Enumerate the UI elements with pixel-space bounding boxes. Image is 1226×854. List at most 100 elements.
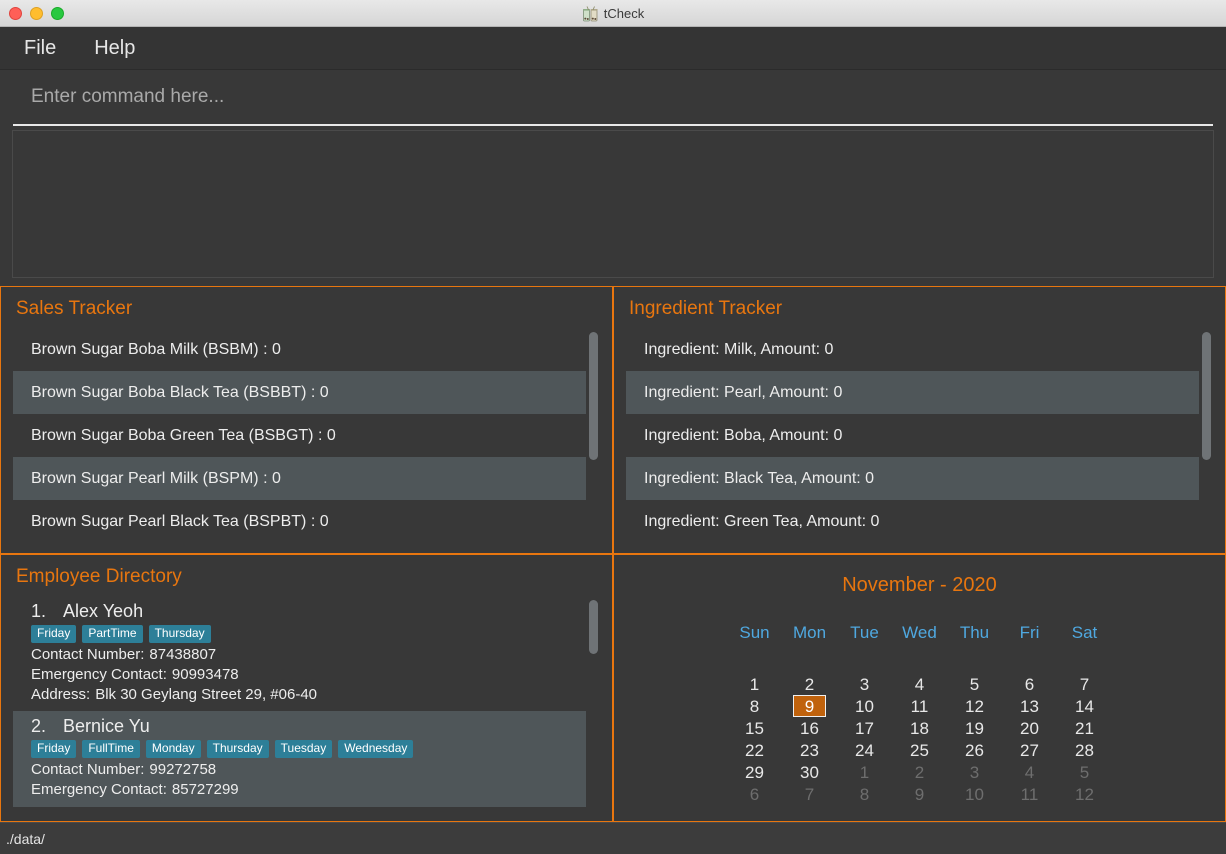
calendar-day[interactable]: 26: [958, 739, 991, 761]
ingredient-tracker-scrollbar[interactable]: [1200, 328, 1213, 553]
calendar-day-adjacent[interactable]: 9: [903, 783, 936, 805]
list-item[interactable]: Ingredient: Boba, Amount: 0: [626, 414, 1199, 457]
calendar-day[interactable]: 22: [738, 739, 771, 761]
tag: Wednesday: [338, 740, 414, 759]
calendar-day[interactable]: 23: [793, 739, 826, 761]
ingredient-tracker-panel: Ingredient Tracker Ingredient: Milk, Amo…: [613, 286, 1226, 554]
menu-file[interactable]: File: [20, 35, 60, 61]
list-item[interactable]: Ingredient: Black Tea, Amount: 0: [626, 457, 1199, 500]
list-item[interactable]: Brown Sugar Pearl Black Tea (BSPBT) : 0: [13, 500, 586, 543]
calendar-day[interactable]: 18: [903, 717, 936, 739]
employee-emergency-row: Emergency Contact: 85727299: [31, 780, 586, 800]
calendar-dow-fri: Fri: [1019, 623, 1040, 642]
calendar-day-adjacent[interactable]: 8: [848, 783, 881, 805]
calendar-day[interactable]: 21: [1068, 717, 1101, 739]
list-item[interactable]: Brown Sugar Pearl Milk (BSPM) : 0: [13, 457, 586, 500]
tag: Tuesday: [274, 740, 333, 759]
employee-emergency-row: Emergency Contact: 90993478: [31, 665, 586, 685]
calendar-day-adjacent[interactable]: 10: [958, 783, 991, 805]
tag: Monday: [145, 740, 201, 759]
calendar-day-adjacent[interactable]: 6: [738, 783, 771, 805]
tag: FullTime: [82, 740, 140, 759]
employee-name: Alex Yeoh: [63, 601, 144, 621]
calendar-day[interactable]: 19: [958, 717, 991, 739]
list-item[interactable]: Ingredient: Milk, Amount: 0: [626, 328, 1199, 371]
tag: PartTime: [82, 625, 143, 643]
sales-tracker-list[interactable]: Brown Sugar Boba Milk (BSBM) : 0 Brown S…: [13, 328, 586, 553]
calendar-title: November - 2020: [842, 574, 997, 596]
calendar-dow-tue: Tue: [850, 623, 879, 642]
calendar-day[interactable]: 10: [848, 695, 881, 717]
list-item[interactable]: 1. Alex Yeoh Friday PartTime Thursday Con…: [13, 596, 586, 712]
employee-name: Bernice Yu: [63, 716, 150, 737]
scrollbar-thumb[interactable]: [1202, 332, 1211, 460]
calendar-day[interactable]: 13: [1013, 695, 1046, 717]
employee-directory-panel: Employee Directory 1. Alex Yeoh Friday Pa…: [0, 554, 613, 822]
status-bar: ./data/: [0, 822, 1226, 854]
employee-index: 2.: [31, 716, 47, 737]
tag: Friday: [31, 625, 77, 643]
tag: Friday: [31, 740, 77, 759]
calendar-day[interactable]: 6: [1013, 673, 1046, 695]
calendar-day[interactable]: 30: [793, 761, 826, 783]
list-item[interactable]: 2. Bernice Yu Friday FullTime Monday Thur…: [13, 711, 586, 807]
calendar-day[interactable]: 2: [793, 673, 826, 695]
window-title-bar: tCheck: [0, 0, 1226, 27]
calendar-day[interactable]: 8: [738, 695, 771, 717]
calendar-day-adjacent[interactable]: 11: [1013, 783, 1046, 805]
employee-directory-scrollbar[interactable]: [587, 596, 600, 821]
calendar-day-selected[interactable]: 9: [793, 695, 826, 717]
list-item[interactable]: Ingredient: Green Tea, Amount: 0: [626, 500, 1199, 543]
calendar-day-adjacent[interactable]: 4: [1013, 761, 1046, 783]
tag: Thursday: [148, 625, 211, 643]
result-display-wrapper: [0, 126, 1226, 286]
calendar-day-adjacent[interactable]: 5: [1068, 761, 1101, 783]
calendar-day[interactable]: 28: [1068, 739, 1101, 761]
calendar-day[interactable]: 29: [738, 761, 771, 783]
scrollbar-thumb[interactable]: [589, 332, 598, 460]
employee-list[interactable]: 1. Alex Yeoh Friday PartTime Thursday Con…: [13, 596, 586, 821]
scrollbar-thumb[interactable]: [589, 600, 598, 654]
bubble-tea-icon: [582, 5, 599, 23]
list-item[interactable]: Brown Sugar Boba Black Tea (BSBBT) : 0: [13, 371, 586, 414]
calendar-day[interactable]: 14: [1068, 695, 1101, 717]
employee-tags: Friday FullTime Monday Thursday Tuesday …: [31, 740, 586, 759]
calendar-day[interactable]: 17: [848, 717, 881, 739]
contact-label: Contact Number:: [31, 761, 145, 779]
menu-help[interactable]: Help: [90, 35, 139, 61]
employee-tags: Friday PartTime Thursday: [31, 625, 586, 643]
calendar-day[interactable]: 4: [903, 673, 936, 695]
calendar-day[interactable]: 25: [903, 739, 936, 761]
emergency-label: Emergency Contact:: [31, 665, 167, 683]
contact-value: 87438807: [149, 646, 217, 663]
calendar-day-adjacent[interactable]: 3: [958, 761, 991, 783]
calendar-day-adjacent[interactable]: 2: [903, 761, 936, 783]
calendar-day-adjacent[interactable]: 7: [793, 783, 826, 805]
calendar-day-adjacent[interactable]: 1: [848, 761, 881, 783]
calendar-day-adjacent[interactable]: 12: [1068, 783, 1101, 805]
calendar-day[interactable]: 20: [1013, 717, 1046, 739]
list-item[interactable]: Brown Sugar Boba Milk (BSBM) : 0: [13, 328, 586, 371]
ingredient-tracker-list-wrapper: Ingredient: Milk, Amount: 0 Ingredient: …: [626, 328, 1213, 553]
calendar-dow-sun: Sun: [739, 623, 770, 642]
calendar-day[interactable]: 15: [738, 717, 771, 739]
calendar-day[interactable]: 7: [1068, 673, 1101, 695]
calendar-day[interactable]: 12: [958, 695, 991, 717]
employee-directory-title: Employee Directory: [16, 566, 182, 587]
ingredient-tracker-list[interactable]: Ingredient: Milk, Amount: 0 Ingredient: …: [626, 328, 1199, 553]
contact-label: Contact Number:: [31, 646, 145, 663]
calendar-day[interactable]: 3: [848, 673, 881, 695]
result-display: [12, 130, 1214, 278]
sales-tracker-panel: Sales Tracker Brown Sugar Boba Milk (BSB…: [0, 286, 613, 554]
list-item[interactable]: Ingredient: Pearl, Amount: 0: [626, 371, 1199, 414]
sales-tracker-scrollbar[interactable]: [587, 328, 600, 553]
list-item[interactable]: Brown Sugar Boba Green Tea (BSBGT) : 0: [13, 414, 586, 457]
calendar-day[interactable]: 11: [903, 695, 936, 717]
calendar-day[interactable]: 27: [1013, 739, 1046, 761]
address-label: Address:: [31, 685, 91, 703]
calendar-day[interactable]: 1: [738, 673, 771, 695]
command-input[interactable]: [13, 70, 1213, 126]
calendar-day[interactable]: 24: [848, 739, 881, 761]
calendar-day[interactable]: 16: [793, 717, 826, 739]
calendar-day[interactable]: 5: [958, 673, 991, 695]
